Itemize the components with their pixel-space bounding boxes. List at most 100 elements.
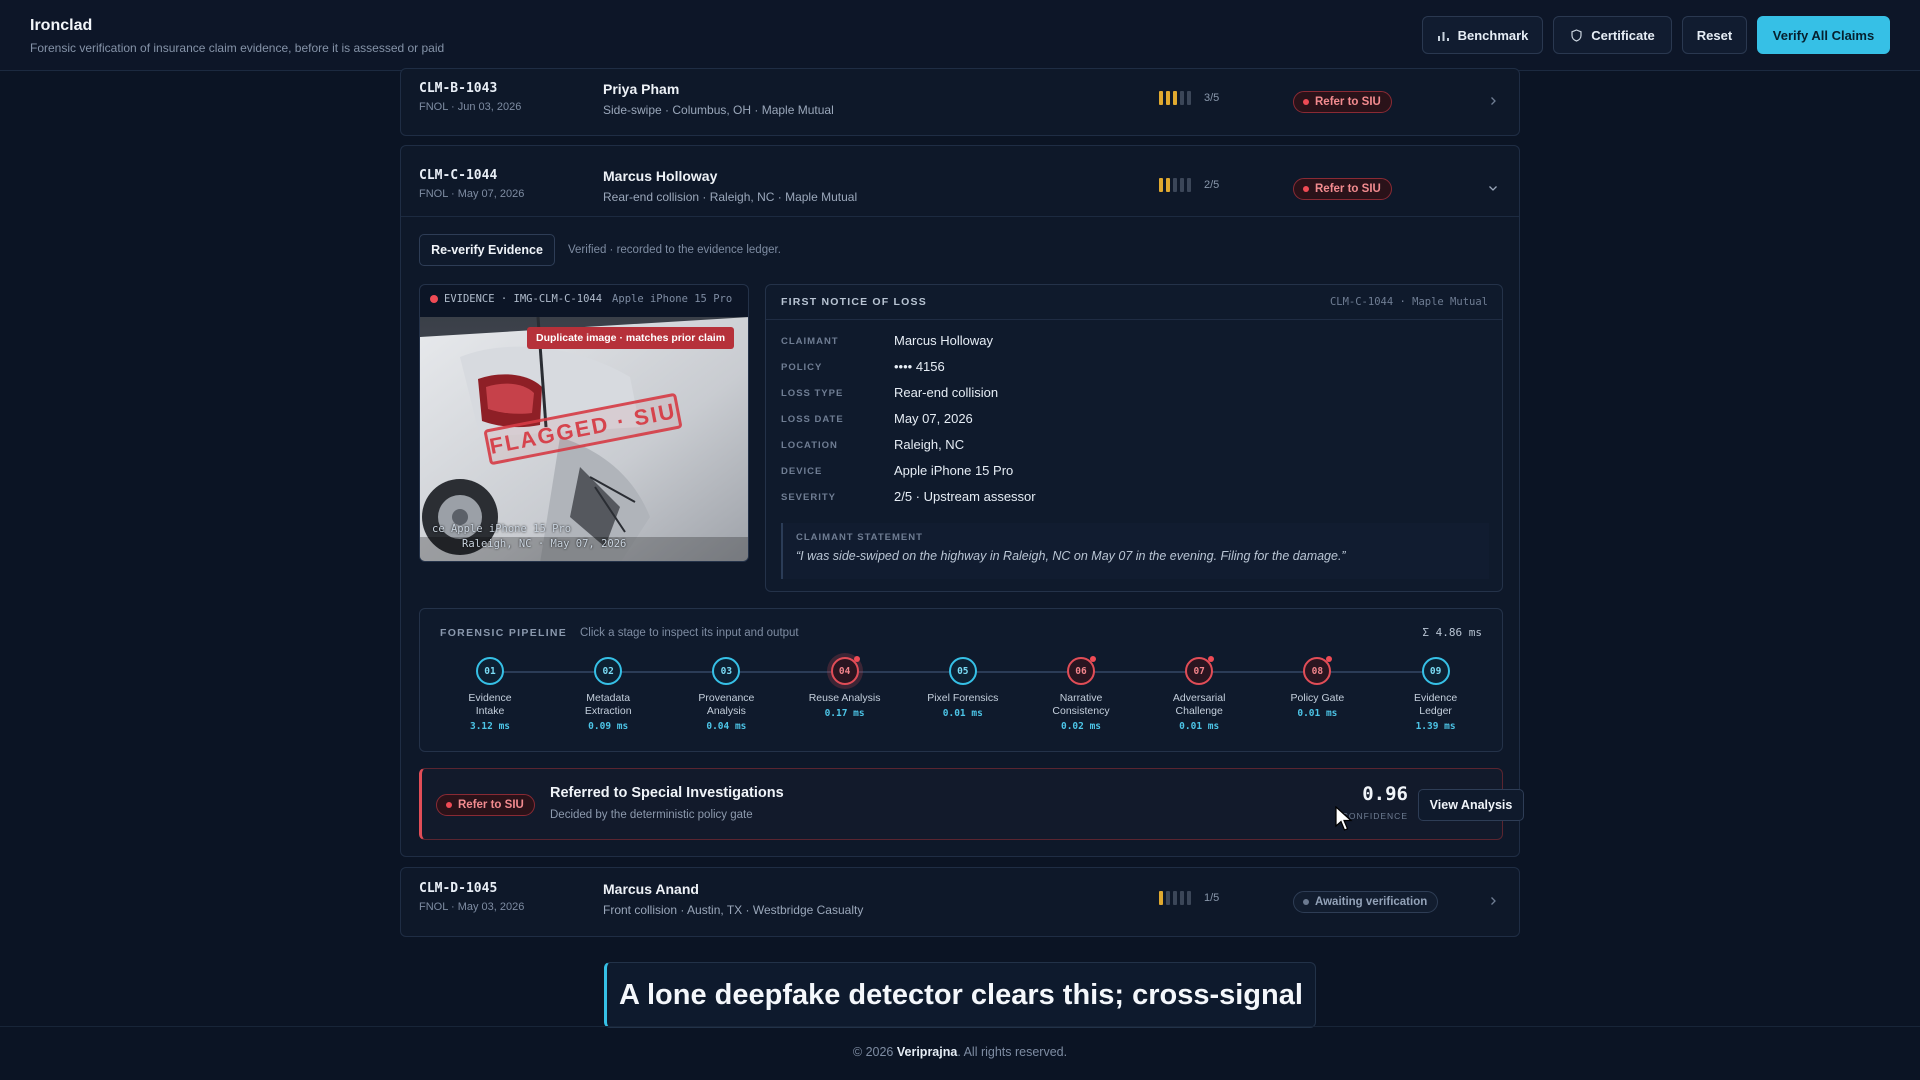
claim-card-clm-d-1045[interactable]: CLM-D-1045 FNOL · May 03, 2026 Marcus An… — [400, 867, 1520, 937]
field-value-device: Apple iPhone 15 Pro — [894, 463, 1014, 478]
verify-all-claims-button[interactable]: Verify All Claims — [1757, 16, 1890, 54]
certificate-button[interactable]: Certificate — [1553, 16, 1672, 54]
stage-duration: 3.12 ms — [469, 721, 511, 732]
severity-meter: 1/5 — [1159, 891, 1219, 905]
stage-name: Evidence Ledger — [1413, 692, 1458, 717]
field-label-device: DEVICE — [781, 466, 823, 477]
view-analysis-button[interactable]: View Analysis — [1418, 789, 1524, 821]
severity-text: 3/5 — [1204, 92, 1220, 104]
stage-name: Policy Gate — [1290, 692, 1345, 704]
alert-dot-icon — [1090, 656, 1096, 662]
verify-all-label: Verify All Claims — [1772, 27, 1875, 43]
stage-node[interactable]: 08 — [1303, 656, 1333, 685]
field-value-claimant: Marcus Holloway — [894, 333, 993, 348]
footer-copyright: © 2026 — [852, 1045, 894, 1059]
footer-brand[interactable]: Veriprajna — [897, 1045, 957, 1059]
chevron-right-icon[interactable] — [1487, 895, 1499, 907]
stage-node[interactable]: 03 — [712, 657, 741, 685]
claim-row[interactable]: CLM-B-1043 FNOL · Jun 03, 2026 Priya Pha… — [401, 69, 1519, 137]
severity-text: 1/5 — [1204, 892, 1220, 904]
claimant-name: Priya Pham — [603, 81, 680, 97]
shield-icon — [1571, 28, 1582, 42]
pipeline-stage[interactable]: 05 Pixel Forensics 0.01 ms — [913, 657, 1013, 719]
claim-description: Front collision · Austin, TX · Westbridg… — [603, 903, 864, 917]
severity-meter: 3/5 — [1159, 91, 1219, 105]
app-tagline: Forensic verification of insurance claim… — [30, 41, 445, 55]
claimant-statement: CLAIMANT STATEMENT “I was side-swiped on… — [781, 523, 1489, 579]
claim-row[interactable]: CLM-D-1045 FNOL · May 03, 2026 Marcus An… — [401, 869, 1519, 937]
pipeline-stage[interactable]: 03 Provenance Analysis 0.04 ms — [676, 657, 776, 732]
benchmark-button[interactable]: Benchmark — [1422, 16, 1543, 54]
stage-name: Metadata Extraction — [584, 692, 632, 717]
stage-node[interactable]: 01 — [476, 657, 504, 685]
stage-duration: 0.01 ms — [1179, 721, 1220, 732]
stage-node[interactable]: 04 — [830, 656, 860, 685]
photo-overlay-location: Raleigh, NC · May 07, 2026 — [462, 538, 627, 550]
pipeline-stage[interactable]: 01 Evidence Intake 3.12 ms — [440, 657, 540, 732]
stage-duration: 0.09 ms — [588, 721, 629, 732]
stage-duration: 1.39 ms — [1415, 721, 1456, 732]
stage-node[interactable]: 07 — [1185, 656, 1215, 685]
chevron-down-icon[interactable] — [1487, 182, 1499, 194]
claim-description: Rear-end collision · Raleigh, NC · Maple… — [603, 190, 858, 204]
stage-name: Narrative Consistency — [1052, 692, 1110, 717]
claim-fnol-date: FNOL · May 07, 2026 — [419, 188, 525, 200]
stage-name: Provenance Analysis — [698, 692, 755, 717]
claim-fnol-date: FNOL · Jun 03, 2026 — [419, 101, 522, 113]
field-label-claimant: CLAIMANT — [781, 336, 839, 347]
reverify-note: Verified · recorded to the evidence ledg… — [568, 244, 781, 256]
reverify-evidence-button[interactable]: Re-verify Evidence — [419, 234, 555, 266]
reset-button[interactable]: Reset — [1682, 16, 1747, 54]
pipeline-stage[interactable]: 04 Reuse Analysis 0.17 ms — [795, 656, 895, 719]
confidence-value: 0.96 — [1362, 783, 1408, 805]
claim-description: Side-swipe · Columbus, OH · Maple Mutual — [603, 103, 834, 117]
pipeline-stage[interactable]: 09 Evidence Ledger 1.39 ms — [1386, 657, 1486, 732]
stage-duration: 0.01 ms — [942, 708, 983, 719]
status-badge: Awaiting verification — [1293, 891, 1439, 913]
claim-card-clm-b-1043[interactable]: CLM-B-1043 FNOL · Jun 03, 2026 Priya Pha… — [400, 68, 1520, 136]
stage-node[interactable]: 05 — [948, 657, 977, 685]
stage-name: Pixel Forensics — [927, 692, 999, 704]
stage-node[interactable]: 09 — [1421, 657, 1450, 685]
mouse-cursor-icon — [1335, 806, 1353, 831]
status-badge: Refer to SIU — [1293, 91, 1392, 113]
pipeline-title: FORENSIC PIPELINE — [440, 627, 568, 639]
pipeline-stage[interactable]: 08 Policy Gate 0.01 ms — [1267, 656, 1367, 719]
pipeline-total-time: Σ 4.86 ms — [1422, 626, 1482, 639]
statement-text: “I was side-swiped on the highway in Ral… — [796, 549, 1346, 563]
fnol-reference: CLM-C-1044 · Maple Mutual — [1329, 296, 1488, 308]
field-label-policy: POLICY — [781, 362, 823, 373]
pipeline-stage[interactable]: 07 Adversarial Challenge 0.01 ms — [1149, 656, 1249, 732]
field-label-loss-date: LOSS DATE — [781, 414, 844, 425]
claim-row[interactable]: CLM-C-1044 FNOL · May 07, 2026 Marcus Ho… — [401, 156, 1519, 224]
fnol-title: FIRST NOTICE OF LOSS — [781, 296, 927, 308]
duplicate-image-tag: Duplicate image · matches prior claim — [527, 327, 735, 349]
footer-divider — [0, 1026, 1920, 1027]
stage-duration: 0.04 ms — [706, 721, 747, 732]
stage-node[interactable]: 02 — [594, 657, 623, 685]
field-value-policy: •••• 4156 — [894, 359, 945, 374]
claim-fnol-date: FNOL · May 03, 2026 — [419, 901, 525, 913]
claimant-name: Marcus Anand — [603, 881, 699, 897]
pipeline-stage[interactable]: 02 Metadata Extraction 0.09 ms — [558, 657, 658, 732]
stage-name: Reuse Analysis — [808, 692, 881, 704]
status-badge: Refer to SIU — [1293, 178, 1392, 200]
stage-duration: 0.02 ms — [1060, 721, 1102, 732]
claim-id: CLM-D-1045 — [419, 881, 498, 896]
field-label-severity: SEVERITY — [781, 492, 836, 503]
pipeline-hint: Click a stage to inspect its input and o… — [580, 627, 799, 639]
divider — [766, 319, 1502, 320]
app-title: Ironclad — [30, 17, 93, 34]
evidence-header: EVIDENCE · IMG-CLM-C-1044 Apple iPhone 1… — [430, 293, 732, 305]
photo-overlay-device: ce Apple iPhone 15 Pro — [432, 523, 572, 535]
pipeline-stage[interactable]: 06 Narrative Consistency 0.02 ms — [1031, 656, 1131, 732]
divider — [401, 216, 1519, 217]
field-value-loss-date: May 07, 2026 — [894, 411, 973, 426]
top-bar: Ironclad Forensic verification of insura… — [0, 0, 1920, 71]
alert-dot-icon — [853, 656, 860, 662]
stage-node[interactable]: 06 — [1067, 656, 1096, 685]
chevron-right-icon[interactable] — [1487, 95, 1499, 107]
flag-dot-icon — [430, 295, 438, 303]
evidence-panel[interactable]: EVIDENCE · IMG-CLM-C-1044 Apple iPhone 1… — [419, 284, 749, 562]
claim-card-clm-c-1044: CLM-C-1044 FNOL · May 07, 2026 Marcus Ho… — [400, 145, 1524, 857]
